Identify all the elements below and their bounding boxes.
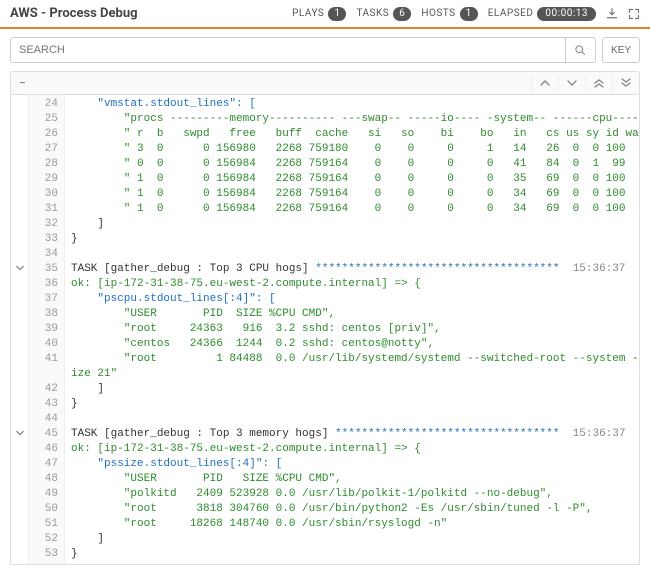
code-line: "pscpu.stdout_lines[:4]": [ — [71, 292, 639, 307]
stat-badge: 6 — [393, 7, 411, 21]
code-line: ok: [ip-172-31-38-75.eu-west-2.compute.i… — [71, 277, 639, 292]
stat-badge: 00:00:13 — [537, 7, 596, 21]
stat-elapsed: ELAPSED 00:00:13 — [488, 7, 596, 21]
line-number: 30 — [31, 187, 58, 202]
page-down-icon[interactable] — [612, 74, 639, 92]
code-line: "root 18268 148740 0.0 /usr/sbin/rsyslog… — [71, 517, 639, 532]
header-divider — [0, 27, 650, 29]
line-number: 45 — [31, 427, 58, 442]
code-line: ] — [71, 217, 639, 232]
page-up-icon[interactable] — [585, 74, 612, 92]
code-line: "centos 24366 1244 0.2 sshd: centos@nott… — [71, 337, 639, 352]
line-number: 28 — [31, 157, 58, 172]
line-number: 29 — [31, 172, 58, 187]
key-button[interactable]: KEY — [602, 37, 640, 63]
code-line: "root 1 84488 0.0 /usr/lib/systemd/syste… — [71, 352, 639, 367]
fold-toggle[interactable] — [11, 425, 28, 440]
line-number: 37 — [31, 292, 58, 307]
code-content: "vmstat.stdout_lines": [ "procs --------… — [65, 95, 639, 564]
stats-bar: PLAYS 1 TASKS 6 HOSTS 1 ELAPSED 00:00:13 — [292, 7, 640, 21]
header: AWS - Process Debug PLAYS 1 TASKS 6 HOST… — [0, 0, 650, 25]
code-line: " 1 0 0 156984 2268 759164 0 0 0 0 34 69… — [71, 187, 639, 202]
scroll-down-icon[interactable] — [558, 74, 585, 92]
line-number: 49 — [31, 487, 58, 502]
line-number: 41 — [31, 352, 58, 367]
code-line: " 0 0 0 156984 2268 759164 0 0 0 0 41 84… — [71, 157, 639, 172]
line-number: 36 — [31, 277, 58, 292]
output-pane[interactable]: 242526272829303132333435363738394041 4243… — [10, 95, 640, 565]
stat-badge: 1 — [328, 7, 346, 21]
code-line: " 1 0 0 156984 2268 759164 0 0 0 0 34 69… — [71, 202, 639, 217]
line-number: 26 — [31, 127, 58, 142]
search-icon — [574, 44, 586, 56]
scroll-up-icon[interactable] — [531, 74, 558, 92]
code-line: ize 21" — [71, 367, 639, 382]
search-input[interactable] — [11, 38, 565, 62]
code-line: "USER PID SIZE %CPU CMD", — [71, 307, 639, 322]
line-number: 51 — [31, 517, 58, 532]
code-line: "polkitd 2409 523928 0.0 /usr/lib/polkit… — [71, 487, 639, 502]
stat-label: PLAYS — [292, 8, 324, 19]
line-number: 25 — [31, 112, 58, 127]
code-line: TASK [gather_debug : Top 3 CPU hogs] ***… — [71, 262, 639, 277]
stat-badge: 1 — [460, 7, 478, 21]
line-number: 43 — [31, 397, 58, 412]
code-line: ] — [71, 532, 639, 547]
code-line: " r b swpd free buff cache si so bi bo i… — [71, 127, 639, 142]
line-number: 48 — [31, 472, 58, 487]
page-title: AWS - Process Debug — [10, 6, 138, 21]
code-line: " 3 0 0 156980 2268 759180 0 0 0 1 14 26… — [71, 142, 639, 157]
line-number: 44 — [31, 412, 58, 427]
line-number: 39 — [31, 322, 58, 337]
stat-label: HOSTS — [421, 8, 455, 19]
stat-label: TASKS — [356, 8, 389, 19]
stat-plays: PLAYS 1 — [292, 7, 346, 21]
stat-hosts: HOSTS 1 — [421, 7, 477, 21]
code-line: " 1 0 0 156984 2268 759164 0 0 0 0 35 69… — [71, 172, 639, 187]
code-line — [71, 247, 639, 262]
collapse-all-button[interactable]: − — [11, 72, 34, 94]
code-line: TASK [gather_debug : Top 3 memory hogs] … — [71, 427, 639, 442]
line-number: 35 — [31, 262, 58, 277]
stat-label: ELAPSED — [488, 8, 534, 19]
download-icon[interactable] — [606, 8, 618, 20]
code-line: "root 3818 304760 0.0 /usr/bin/python2 -… — [71, 502, 639, 517]
code-line: "root 24363 916 3.2 sshd: centos [priv]"… — [71, 322, 639, 337]
line-number: 27 — [31, 142, 58, 157]
line-number: 31 — [31, 202, 58, 217]
line-number: 40 — [31, 337, 58, 352]
line-number: 46 — [31, 442, 58, 457]
code-line: "vmstat.stdout_lines": [ — [71, 97, 639, 112]
line-number: 53 — [31, 547, 58, 562]
line-number — [31, 367, 58, 382]
line-number: 24 — [31, 97, 58, 112]
code-line: } — [71, 547, 639, 562]
code-line — [71, 412, 639, 427]
line-number: 33 — [31, 232, 58, 247]
stat-tasks: TASKS 6 — [356, 7, 411, 21]
output-toolbar: − — [10, 71, 640, 95]
code-line: ] — [71, 382, 639, 397]
fold-toggle[interactable] — [11, 260, 28, 275]
line-number: 47 — [31, 457, 58, 472]
search-row: KEY — [0, 37, 650, 71]
line-number: 34 — [31, 247, 58, 262]
line-number: 50 — [31, 502, 58, 517]
code-line: } — [71, 397, 639, 412]
expand-icon[interactable] — [628, 8, 640, 20]
code-line: "USER PID SIZE %CPU CMD", — [71, 472, 639, 487]
line-number: 42 — [31, 382, 58, 397]
code-line: "pssize.stdout_lines[:4]": [ — [71, 457, 639, 472]
code-line: "procs ---------memory---------- ---swap… — [71, 112, 639, 127]
line-number: 52 — [31, 532, 58, 547]
code-line: } — [71, 232, 639, 247]
code-line: ok: [ip-172-31-38-75.eu-west-2.compute.i… — [71, 442, 639, 457]
fold-gutter — [11, 95, 29, 564]
line-number: 38 — [31, 307, 58, 322]
search-button[interactable] — [565, 38, 595, 62]
line-number: 32 — [31, 217, 58, 232]
linenum-gutter: 242526272829303132333435363738394041 4243… — [29, 95, 65, 564]
search-wrap — [10, 37, 596, 63]
